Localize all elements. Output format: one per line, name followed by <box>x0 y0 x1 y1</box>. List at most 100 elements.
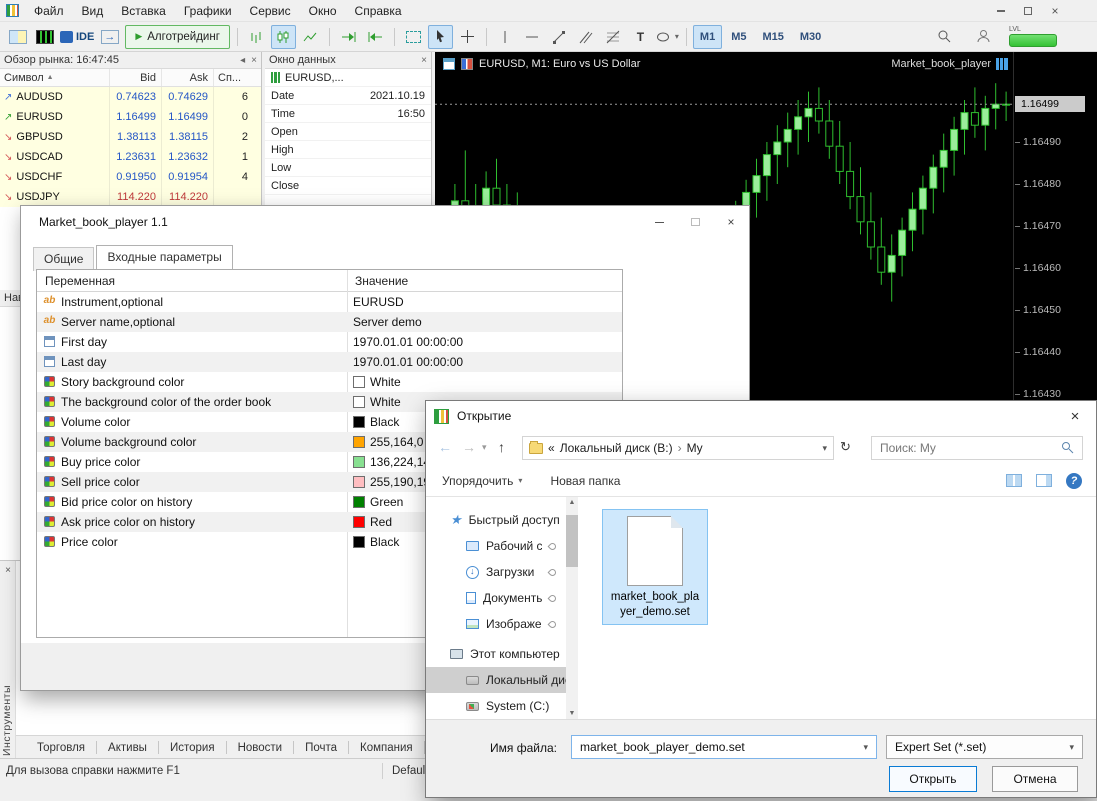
param-value[interactable]: EURUSD <box>353 295 404 309</box>
sidebar-item-document[interactable]: Документы <box>426 585 566 611</box>
file-list[interactable]: market_book_player_demo.set <box>578 497 1096 719</box>
param-value[interactable]: Server demo <box>353 315 422 329</box>
window-maximize-icon[interactable] <box>1022 5 1034 17</box>
open-button[interactable]: Открыть <box>889 766 977 792</box>
new-order-button[interactable] <box>5 25 30 49</box>
search-button[interactable] <box>932 25 957 49</box>
market-watch-row[interactable]: ↘USDCAD1.236311.236321 <box>0 147 261 167</box>
menu-item[interactable]: Сервис <box>241 0 300 22</box>
filename-combobox[interactable]: market_book_player_demo.set ▾ <box>571 735 877 759</box>
column-header[interactable]: Ask <box>162 69 214 86</box>
view-mode-icon[interactable] <box>1006 474 1022 487</box>
shift-end-button[interactable] <box>336 25 361 49</box>
column-header[interactable]: Символ▲ <box>0 69 110 86</box>
fibonacci-button[interactable] <box>601 25 626 49</box>
new-chart-button[interactable] <box>32 25 57 49</box>
help-icon[interactable] <box>1066 473 1082 489</box>
trade-levels-widget[interactable]: LVL <box>1009 26 1057 47</box>
scrollbar-thumb[interactable] <box>566 515 578 567</box>
toolbox-tab[interactable]: Активы <box>97 736 158 760</box>
menu-item[interactable]: Окно <box>300 0 346 22</box>
toolbox-tab[interactable]: История <box>159 736 226 760</box>
shapes-button[interactable]: ▾ <box>655 25 680 49</box>
menu-item[interactable]: Справка <box>346 0 411 22</box>
param-value[interactable]: 1970.01.01 00:00:00 <box>353 355 463 369</box>
param-value[interactable]: Green <box>353 495 403 509</box>
window-close-icon[interactable]: × <box>1049 5 1061 17</box>
history-chevron-icon[interactable]: ▾ <box>482 442 487 453</box>
new-folder-button[interactable]: Новая папка <box>550 474 620 488</box>
tab-common[interactable]: Общие <box>33 247 94 271</box>
organize-button[interactable]: Упорядочить ▾ <box>442 474 522 488</box>
text-tool-button[interactable]: T <box>628 25 653 49</box>
dialog-title-bar[interactable]: Market_book_player 1.1 × <box>21 206 749 238</box>
panel-close-icon[interactable]: × <box>251 55 257 66</box>
forward-icon[interactable]: → <box>462 439 476 455</box>
market-watch-row[interactable]: ↘GBPUSD1.381131.381152 <box>0 127 261 147</box>
column-header[interactable]: Bid <box>110 69 162 86</box>
timeframe-m5[interactable]: M5 <box>724 25 753 49</box>
param-row[interactable]: abInstrument,optionalEURUSD <box>37 292 622 312</box>
preview-pane-icon[interactable] <box>1036 474 1052 487</box>
tab-inputs[interactable]: Входные параметры <box>96 245 232 272</box>
param-value[interactable]: White <box>353 395 401 409</box>
scroll-up-icon[interactable]: ▲ <box>566 499 578 506</box>
line-chart-button[interactable] <box>298 25 323 49</box>
param-value[interactable]: White <box>353 375 401 389</box>
menu-item[interactable]: Вид <box>73 0 113 22</box>
market-watch-row[interactable]: ↘USDJPY114.220114.220 <box>0 187 261 207</box>
filetype-combobox[interactable]: Expert Set (*.set) ▾ <box>886 735 1083 759</box>
collapse-left-icon[interactable]: ◂ <box>240 55 245 66</box>
menu-item[interactable]: Файл <box>25 0 73 22</box>
auto-scroll-button[interactable] <box>363 25 388 49</box>
vertical-line-button[interactable] <box>493 25 518 49</box>
sidebar-item-star[interactable]: Быстрый доступ <box>426 507 566 533</box>
timeframe-m1[interactable]: M1 <box>693 25 722 49</box>
timeframe-m15[interactable]: M15 <box>755 25 790 49</box>
param-value[interactable]: Black <box>353 535 399 549</box>
back-icon[interactable]: ← <box>438 439 452 455</box>
breadcrumb-collapsed[interactable]: « <box>548 441 555 455</box>
market-watch-row[interactable]: ↘USDCHF0.919500.919544 <box>0 167 261 187</box>
file-item-selected[interactable]: market_book_player_demo.set <box>602 509 708 625</box>
search-box[interactable]: Поиск: My <box>871 436 1083 460</box>
dialog-close-icon[interactable]: × <box>713 206 749 238</box>
depth-of-market-icon[interactable] <box>443 58 455 70</box>
param-row[interactable]: First day1970.01.01 00:00:00 <box>37 332 622 352</box>
market-watch-row[interactable]: ↗EURUSD1.164991.164990 <box>0 107 261 127</box>
cancel-button[interactable]: Отмена <box>992 766 1078 792</box>
trendline-button[interactable] <box>547 25 572 49</box>
refresh-icon[interactable]: ↻ <box>840 439 851 455</box>
param-row[interactable]: Story background colorWhite <box>37 372 622 392</box>
sidebar-item-disk[interactable]: Локальный дис <box>426 667 566 693</box>
sidebar-item-computer[interactable]: Этот компьютер <box>426 641 566 667</box>
depth-of-market-button[interactable] <box>401 25 426 49</box>
menu-item[interactable]: Вставка <box>112 0 175 22</box>
toolbox-tab[interactable]: Торговля <box>26 736 96 760</box>
cursor-button[interactable] <box>428 25 453 49</box>
up-icon[interactable]: ↑ <box>498 439 505 455</box>
sidebar-item-pictures[interactable]: Изображени <box>426 611 566 637</box>
column-header[interactable]: Сп... <box>214 69 258 86</box>
chevron-down-icon[interactable]: ▾ <box>863 742 868 753</box>
candlestick-chart-button[interactable] <box>271 25 296 49</box>
bar-chart-button[interactable] <box>244 25 269 49</box>
open-dialog-close-icon[interactable]: × <box>1054 401 1096 431</box>
crosshair-button[interactable] <box>455 25 480 49</box>
sidebar-item-desktop[interactable]: Рабочий сто <box>426 533 566 559</box>
param-value[interactable]: 255,164,0 <box>353 435 423 449</box>
chevron-down-icon[interactable]: ▾ <box>1069 742 1074 753</box>
one-click-trading-icon[interactable] <box>461 58 473 70</box>
param-value[interactable]: 1970.01.01 00:00:00 <box>353 335 463 349</box>
param-row[interactable]: Last day1970.01.01 00:00:00 <box>37 352 622 372</box>
channel-button[interactable] <box>574 25 599 49</box>
window-minimize-icon[interactable] <box>995 5 1007 17</box>
sidebar-scrollbar[interactable]: ▲ ▼ <box>566 497 578 719</box>
toolbox-tab[interactable]: Новости <box>227 736 294 760</box>
menu-item[interactable]: Графики <box>175 0 241 22</box>
breadcrumb-folder[interactable]: My <box>687 441 703 455</box>
market-watch-row[interactable]: ↗AUDUSD0.746230.746296 <box>0 87 261 107</box>
algo-trading-button[interactable]: ▶Алготрейдинг <box>125 25 230 49</box>
profile-button[interactable] <box>971 25 996 49</box>
param-value[interactable]: Black <box>353 415 399 429</box>
